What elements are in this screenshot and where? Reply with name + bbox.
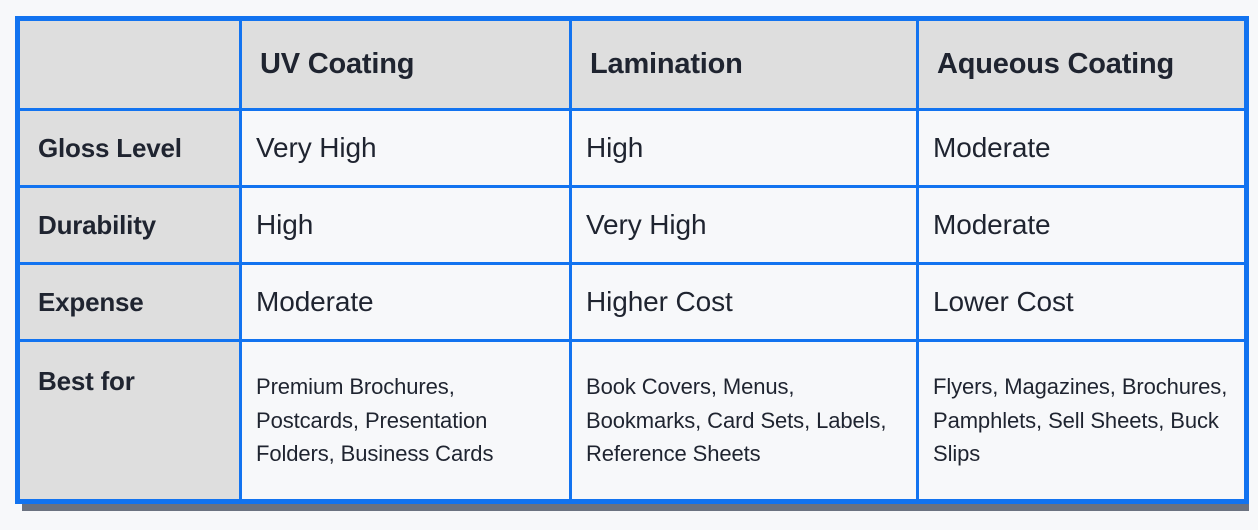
cell-gloss-level-aqueous-coating: Moderate [916,108,1248,188]
row-label-expense: Expense [16,262,242,342]
cell-value: Higher Cost [586,286,733,317]
cell-value: Moderate [933,132,1051,163]
table-drop-shadow [22,504,1249,511]
table-row-expense: Expense Moderate Higher Cost Lower Cost [16,262,1248,342]
header-cell-corner [16,17,242,111]
row-label-durability: Durability [16,185,242,265]
cell-expense-aqueous-coating: Lower Cost [916,262,1248,342]
cell-value: Very High [586,209,707,240]
cell-value: High [586,132,644,163]
header-label-uv-coating: UV Coating [260,48,415,80]
cell-value: Flyers, Magazines, Brochures, Pamphlets,… [933,374,1228,467]
cell-best-for-aqueous-coating: Flyers, Magazines, Brochures, Pamphlets,… [916,339,1248,503]
cell-best-for-lamination: Book Covers, Menus, Bookmarks, Card Sets… [569,339,919,503]
header-cell-uv-coating: UV Coating [239,17,572,111]
header-label-lamination: Lamination [590,48,743,80]
cell-expense-uv-coating: Moderate [239,262,572,342]
table-row-gloss-level: Gloss Level Very High High Moderate [16,108,1248,188]
cell-value: Moderate [933,209,1051,240]
cell-value: High [256,209,314,240]
row-label-text: Durability [38,209,156,240]
row-label-gloss-level: Gloss Level [16,108,242,188]
cell-value: Very High [256,132,377,163]
header-label-aqueous-coating: Aqueous Coating [937,48,1175,80]
cell-best-for-uv-coating: Premium Brochures, Postcards, Presentati… [239,339,572,503]
table-row-best-for: Best for Premium Brochures, Postcards, P… [16,339,1248,503]
cell-value: Premium Brochures, Postcards, Presentati… [256,374,494,467]
row-label-text: Expense [38,286,144,317]
row-label-best-for: Best for [16,339,242,503]
header-cell-aqueous-coating: Aqueous Coating [916,17,1248,111]
cell-value: Lower Cost [933,286,1074,317]
row-label-text: Best for [38,366,135,396]
cell-value: Book Covers, Menus, Bookmarks, Card Sets… [586,374,887,467]
header-cell-lamination: Lamination [569,17,919,111]
table-row-durability: Durability High Very High Moderate [16,185,1248,265]
coating-comparison-table: UV Coating Lamination Aqueous Coating Gl… [15,16,1249,504]
table-body: Gloss Level Very High High Moderate Dura… [16,108,1248,503]
table-header: UV Coating Lamination Aqueous Coating [16,17,1248,111]
row-label-text: Gloss Level [38,132,182,163]
header-row: UV Coating Lamination Aqueous Coating [16,17,1248,111]
page-canvas: UV Coating Lamination Aqueous Coating Gl… [0,0,1258,530]
cell-durability-aqueous-coating: Moderate [916,185,1248,265]
cell-expense-lamination: Higher Cost [569,262,919,342]
cell-gloss-level-uv-coating: Very High [239,108,572,188]
cell-gloss-level-lamination: High [569,108,919,188]
cell-value: Moderate [256,286,374,317]
cell-durability-uv-coating: High [239,185,572,265]
cell-durability-lamination: Very High [569,185,919,265]
